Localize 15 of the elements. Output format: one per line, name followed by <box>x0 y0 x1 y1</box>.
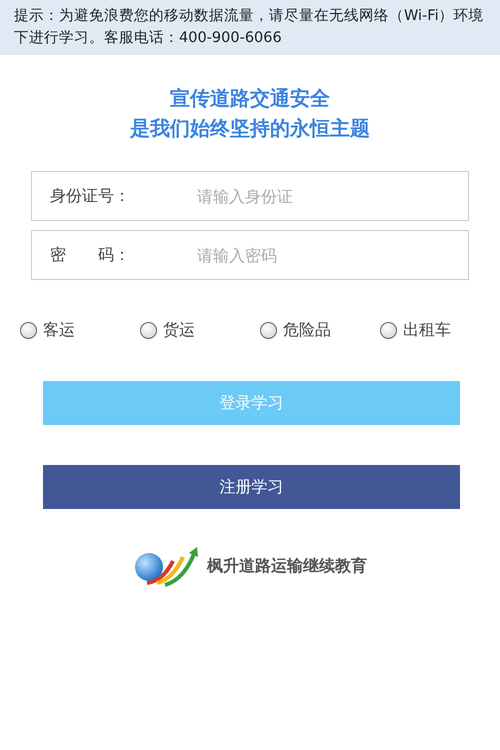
field-label: 密 码： <box>50 245 130 266</box>
category-radio[interactable]: 出租车 <box>380 320 500 341</box>
brand-name: 枫升道路运输继续教育 <box>207 556 367 576</box>
category-radio[interactable]: 客运 <box>20 320 140 341</box>
radio-icon[interactable] <box>260 322 277 339</box>
radio-icon[interactable] <box>140 322 157 339</box>
category-radio[interactable]: 货运 <box>140 320 260 341</box>
slogan-text: 是我们始终坚持的永恒主题 <box>129 115 371 142</box>
radio-icon[interactable] <box>20 322 37 339</box>
slogan-text: 宣传道路交通安全 <box>169 85 331 112</box>
category-radio[interactable]: 危险品 <box>260 320 380 341</box>
register-button[interactable]: 注册学习 <box>43 465 460 509</box>
notice-text: 提示：为避免浪费您的移动数据流量，请尽量在无线网络（Wi-Fi）环境下进行学习。客服电话：400-900-6066 <box>0 0 500 55</box>
radio-icon[interactable] <box>380 322 397 339</box>
field-label: 身份证号： <box>50 186 130 207</box>
